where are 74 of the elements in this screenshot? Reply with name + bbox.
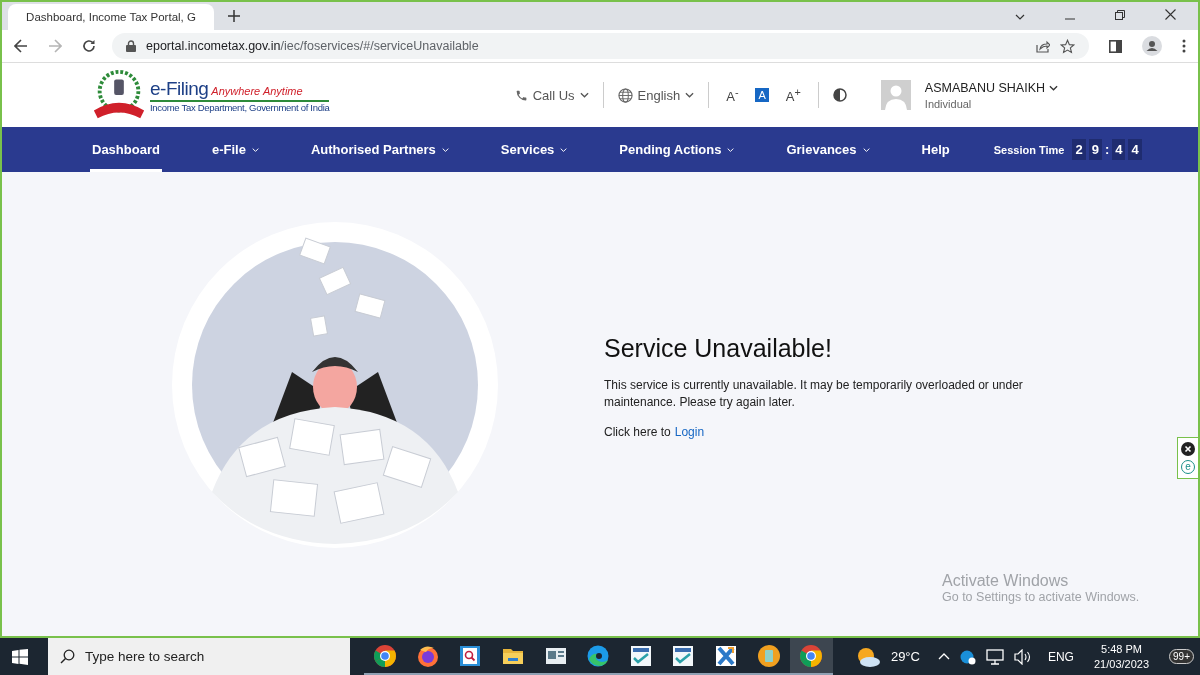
user-menu[interactable]: ASMABANU SHAIKH bbox=[924, 80, 1058, 95]
taskbar-search-field[interactable]: Type here to search bbox=[48, 638, 350, 675]
menu-icon[interactable] bbox=[1182, 39, 1186, 53]
url-text: eportal.incometax.gov.in/iec/foservices/#/serviceUnavailable bbox=[146, 39, 479, 53]
login-link[interactable]: Login bbox=[674, 425, 705, 439]
cloud-app-icon[interactable] bbox=[959, 648, 976, 665]
nav-item[interactable]: Services bbox=[498, 127, 570, 172]
chrome-icon bbox=[799, 643, 824, 668]
notification-badge[interactable]: 99+ bbox=[1169, 649, 1194, 664]
back-icon[interactable] bbox=[14, 39, 28, 53]
checkmark-app-icon bbox=[628, 643, 653, 668]
chevron-up-icon[interactable] bbox=[937, 653, 950, 660]
nav-item[interactable]: Dashboard bbox=[90, 127, 162, 172]
share-icon[interactable] bbox=[1036, 39, 1050, 53]
edge-icon bbox=[586, 643, 611, 668]
chevron-down-icon bbox=[685, 92, 695, 98]
session-time-label: Session Time bbox=[993, 143, 1065, 156]
font-size-button[interactable]: A$^{+}$ bbox=[782, 84, 804, 106]
address-bar[interactable]: eportal.incometax.gov.in/iec/foservices/#/serviceUnavailable bbox=[112, 33, 1089, 59]
film-icon bbox=[458, 643, 483, 668]
chevron-down-icon[interactable] bbox=[1015, 14, 1025, 20]
timer-digit: 2 bbox=[1072, 139, 1086, 160]
temperature: 29°C bbox=[890, 649, 920, 664]
close-icon[interactable] bbox=[1181, 442, 1195, 456]
nav-item[interactable]: Grievances bbox=[784, 127, 872, 172]
firefox-icon bbox=[415, 643, 440, 668]
contrast-icon[interactable] bbox=[832, 88, 847, 102]
login-prompt: Click here to bbox=[604, 425, 671, 439]
checkmark-app-icon bbox=[671, 643, 696, 668]
lock-icon bbox=[126, 40, 136, 52]
nav-item[interactable]: Pending Actions bbox=[617, 127, 737, 172]
department-name: Income Tax Department, Government of India bbox=[150, 101, 330, 113]
avatar-icon bbox=[880, 80, 911, 110]
input-language[interactable]: ENG bbox=[1047, 649, 1074, 664]
language-selector[interactable]: English bbox=[617, 87, 695, 103]
nav-item[interactable]: Help bbox=[919, 127, 952, 172]
star-icon[interactable] bbox=[1060, 38, 1075, 54]
activation-hint: Go to Settings to activate Windows. bbox=[942, 590, 1140, 604]
timer-digit: 4 bbox=[1112, 139, 1126, 160]
windows-start-icon[interactable] bbox=[12, 648, 28, 665]
profile-icon[interactable] bbox=[1142, 36, 1162, 56]
reload-icon[interactable] bbox=[82, 39, 96, 53]
timer-separator: : bbox=[1104, 142, 1110, 157]
globe-icon bbox=[617, 87, 633, 103]
tagline: Anywhere Anytime bbox=[211, 84, 303, 97]
browser-tab[interactable]: Dashboard, Income Tax Portal, G bbox=[8, 4, 214, 30]
orb-icon bbox=[756, 643, 781, 668]
new-tab-icon[interactable] bbox=[228, 10, 240, 22]
restore-icon[interactable] bbox=[1115, 10, 1125, 20]
font-size-button[interactable]: A bbox=[755, 88, 769, 102]
network-icon[interactable] bbox=[985, 648, 1004, 665]
font-size-button[interactable]: A$^{-}$ bbox=[723, 84, 742, 106]
cross-app-icon bbox=[714, 643, 739, 668]
speaker-icon[interactable] bbox=[1013, 648, 1032, 665]
chevron-down-icon bbox=[579, 92, 589, 98]
user-role: Individual bbox=[924, 97, 973, 110]
nav-item[interactable]: e-File bbox=[209, 127, 261, 172]
search-icon bbox=[60, 649, 75, 664]
error-message: This service is currently unavailable. It may be temporarily overloaded or under maintenance. Please try again later. bbox=[604, 377, 1024, 411]
close-icon[interactable] bbox=[1165, 9, 1176, 20]
error-title: Service Unavailable! bbox=[604, 334, 833, 363]
clock-date: 21/03/2023 bbox=[1093, 658, 1150, 670]
side-panel-icon[interactable] bbox=[1109, 39, 1122, 53]
activation-title: Activate Windows bbox=[942, 572, 1070, 590]
clock-time: 5:48 PM bbox=[1101, 643, 1142, 655]
nav-item[interactable]: Authorised Partners bbox=[308, 127, 451, 172]
brand-name: e-Filing bbox=[150, 77, 209, 100]
taskbar-app[interactable] bbox=[789, 638, 833, 675]
chevron-down-icon bbox=[1049, 84, 1058, 91]
timer-digit: 4 bbox=[1128, 139, 1142, 160]
phone-icon bbox=[514, 88, 528, 102]
call-us-button[interactable]: Call Us bbox=[514, 87, 589, 103]
chrome-icon bbox=[373, 643, 398, 668]
timer-digit: 9 bbox=[1088, 139, 1102, 160]
